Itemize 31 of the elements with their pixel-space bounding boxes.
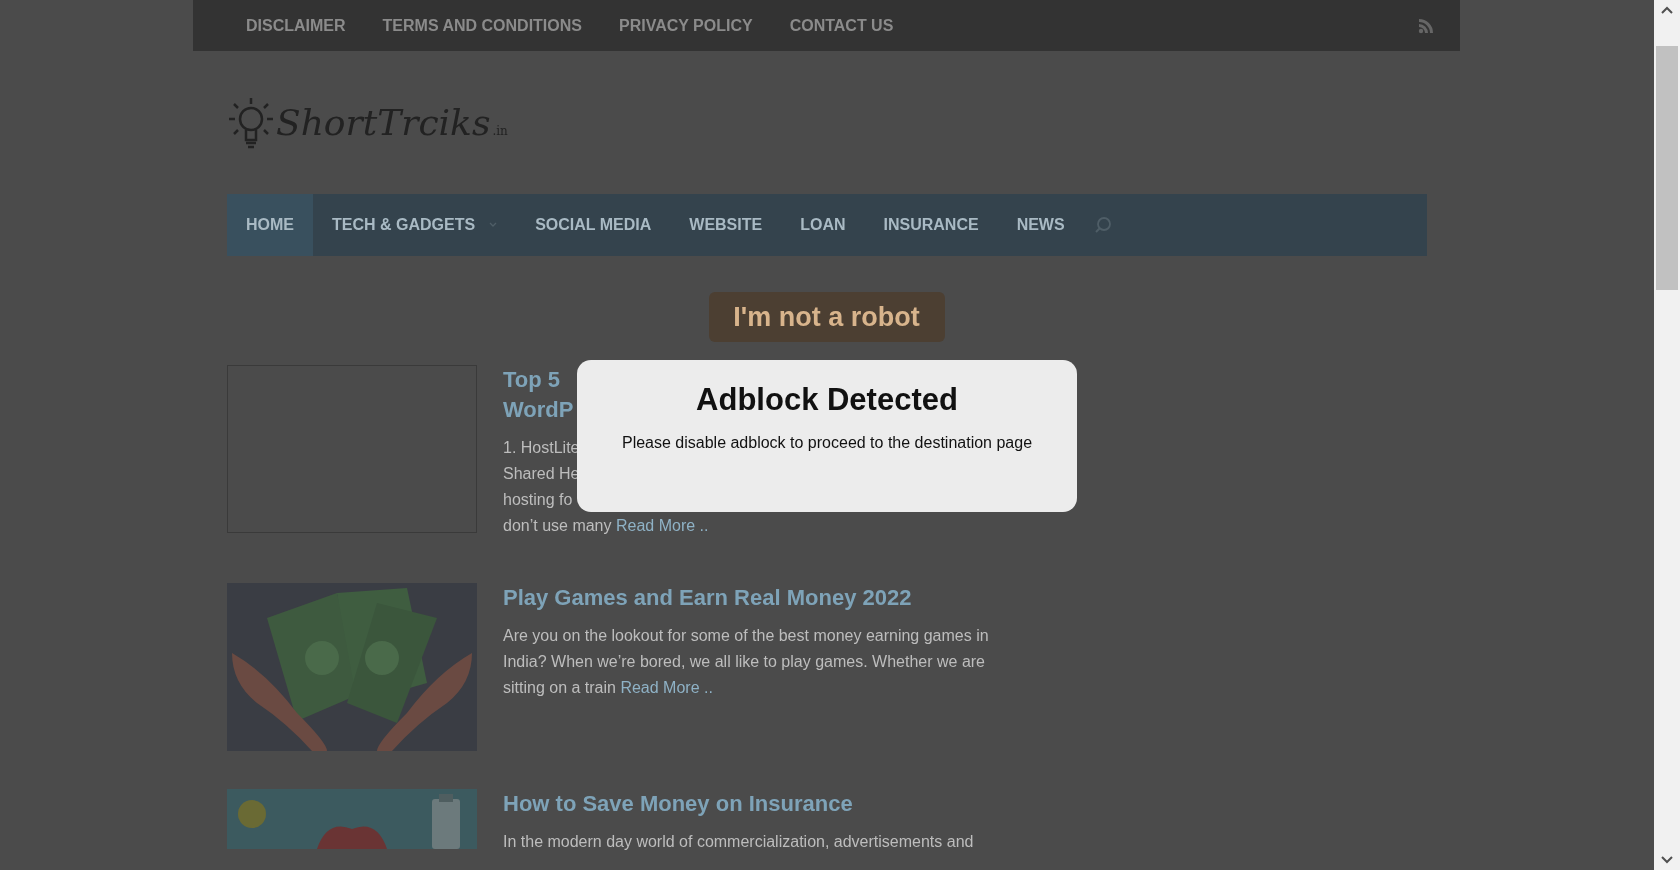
nav-tab[interactable]: TECH & GADGETS [313,194,517,256]
scroll-up-icon[interactable] [1661,6,1673,14]
nav-tab[interactable]: WEBSITE [670,194,782,256]
post-excerpt: In the modern day world of commercialization, advertisements and [503,832,975,852]
top-menu-link[interactable]: CONTACT US [789,16,894,35]
post-title[interactable]: Play Games and Earn Real Money 2022 [503,583,912,613]
post-title[interactable]: Top 5 [503,365,561,395]
modal-title: Adblock Detected [696,382,958,418]
nav-tab[interactable]: HOME [227,194,313,256]
search-icon[interactable] [1093,216,1112,234]
scroll-down-icon[interactable] [1661,856,1673,864]
post-title[interactable]: WordP [503,395,574,425]
excerpt-text: don’t use many [503,517,612,534]
read-more-link[interactable]: Read More .. [620,679,713,696]
modal-message: Please disable adblock to proceed to the destination page [621,434,1033,452]
excerpt-text: hosting fo [503,491,573,508]
post-excerpt: Are you on the lookout for some of the best money earning games in India? When we’re bored, we all like to play games. Whether we are sitting on a train Read More .. [503,626,990,698]
scroll-thumb[interactable] [1656,46,1678,290]
read-more-link[interactable]: Read More .. [615,517,709,534]
nav-tab[interactable]: INSURANCE [864,194,998,256]
rss-icon[interactable] [1418,17,1434,34]
nav-tab[interactable]: LOAN [781,194,865,256]
robot-button[interactable]: I'm not a robot [708,292,945,342]
lightbulb-icon [228,95,274,150]
top-menu-link[interactable]: PRIVACY POLICY [618,16,753,35]
post-title[interactable]: How to Save Money on Insurance [503,789,853,819]
excerpt-text: 1. HostLite [503,439,580,456]
top-menu-link[interactable]: DISCLAIMER [246,16,346,35]
nav-tab[interactable]: NEWS [997,194,1084,256]
top-menu-link[interactable]: TERMS AND CONDITIONS [382,16,582,35]
nav-tab[interactable]: SOCIAL MEDIA [516,194,671,256]
